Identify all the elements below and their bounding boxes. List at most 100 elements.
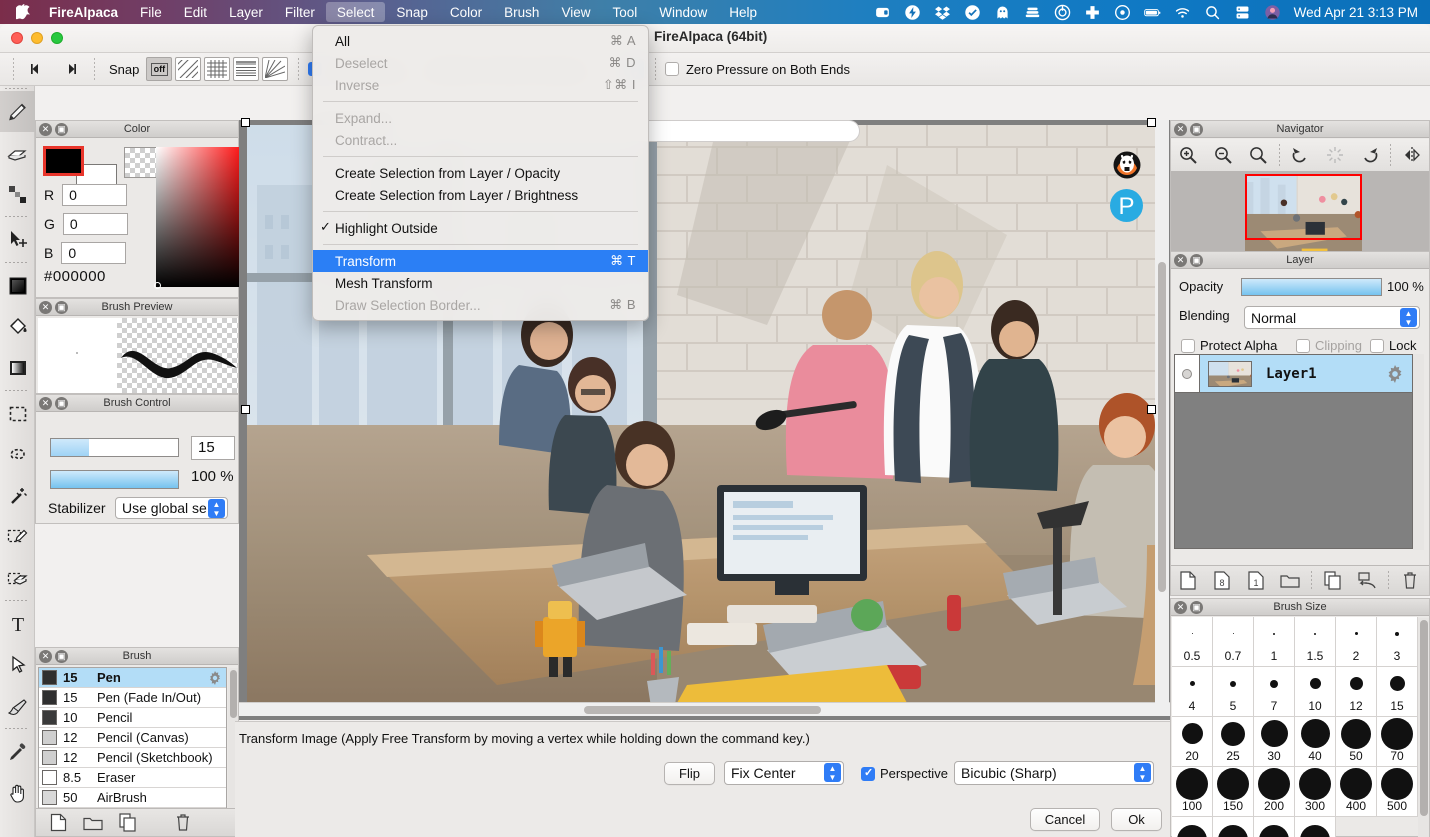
brush-size-cell[interactable]: 100 xyxy=(1172,767,1213,817)
duplicate-brush-icon[interactable] xyxy=(119,813,137,832)
zoom-in-icon[interactable] xyxy=(1171,139,1206,171)
brush-size-cell[interactable]: 15 xyxy=(1377,667,1418,717)
merge-down-icon[interactable] xyxy=(1350,571,1384,590)
menubar-clock[interactable]: Wed Apr 21 3:13 PM xyxy=(1294,5,1418,20)
layer-list[interactable]: Layer1 xyxy=(1174,354,1413,549)
pixabay-logo-icon[interactable]: P xyxy=(1110,189,1143,222)
menubar-item-file[interactable]: File xyxy=(129,2,173,22)
delete-brush-icon[interactable] xyxy=(175,813,191,832)
brush-size-cell[interactable] xyxy=(1295,817,1336,837)
menubar-item-color[interactable]: Color xyxy=(439,2,493,22)
close-icon[interactable]: ✕ xyxy=(39,397,52,410)
transform-handle-tr[interactable] xyxy=(1147,118,1156,127)
close-icon[interactable]: ✕ xyxy=(39,123,52,136)
menu-item-create-selection-from-layer-opacity[interactable]: Create Selection from Layer / Opacity xyxy=(313,162,648,184)
layer-list-item[interactable]: Layer1 xyxy=(1175,355,1412,393)
select-eraser-tool[interactable] xyxy=(0,557,35,598)
collapse-icon[interactable]: ▣ xyxy=(55,301,68,314)
chevron-updown-icon[interactable]: ▲▼ xyxy=(824,763,841,782)
collapse-icon[interactable]: ▣ xyxy=(1190,123,1203,136)
folder-icon[interactable] xyxy=(83,814,103,831)
close-icon[interactable]: ✕ xyxy=(1174,601,1187,614)
wifi-icon[interactable] xyxy=(1174,4,1191,21)
canvas-vertical-scrollbar[interactable] xyxy=(1155,120,1169,705)
cancel-button[interactable]: Cancel xyxy=(1030,808,1100,831)
blur-tool[interactable] xyxy=(0,173,35,214)
snap-grid-icon[interactable] xyxy=(204,57,230,81)
foreground-color-swatch[interactable] xyxy=(43,146,84,176)
brush-list-item[interactable]: 8.5Eraser xyxy=(39,768,226,788)
new-layer-icon[interactable] xyxy=(1171,571,1205,590)
pen-tool[interactable] xyxy=(0,91,35,132)
checkbox-box[interactable] xyxy=(1370,339,1384,353)
gear-icon[interactable] xyxy=(208,671,222,688)
brush-list-item[interactable]: 12Pencil (Canvas) xyxy=(39,728,226,748)
snap-perspective-icon[interactable] xyxy=(233,57,259,81)
close-icon[interactable]: ✕ xyxy=(1174,254,1187,267)
transform-handle-tl[interactable] xyxy=(241,118,250,127)
duplicate-layer-icon[interactable] xyxy=(1316,571,1350,590)
brush-list[interactable]: 15Pen15Pen (Fade In/Out)10Pencil12Pencil… xyxy=(38,667,227,810)
brush-size-value[interactable]: 15 xyxy=(191,436,235,460)
brush-size-cell[interactable]: 2 xyxy=(1336,617,1377,667)
brush-size-cell[interactable]: 3 xyxy=(1377,617,1418,667)
brush-size-cell[interactable]: 70 xyxy=(1377,717,1418,767)
brush-size-cell[interactable]: 150 xyxy=(1213,767,1254,817)
bolt-icon[interactable] xyxy=(904,4,921,21)
lasso-select-tool[interactable] xyxy=(0,434,35,475)
prev-frame-icon[interactable] xyxy=(23,57,49,81)
close-button[interactable] xyxy=(11,32,23,44)
bucket-tool[interactable] xyxy=(0,306,35,347)
check-circle-icon[interactable] xyxy=(964,4,981,21)
alpaca-logo-icon[interactable] xyxy=(1113,151,1141,179)
menubar-item-view[interactable]: View xyxy=(550,2,601,22)
menubar-item-layer[interactable]: Layer xyxy=(218,2,274,22)
brush-size-cell[interactable]: 10 xyxy=(1295,667,1336,717)
eraser-tool[interactable] xyxy=(0,132,35,173)
brush-list-item[interactable]: 15Pen xyxy=(39,668,226,688)
apple-icon[interactable] xyxy=(0,4,45,21)
text-tool[interactable]: T xyxy=(0,603,35,644)
brush-size-cell[interactable] xyxy=(1172,817,1213,837)
checkbox-box[interactable] xyxy=(1296,339,1310,353)
menu-item-transform[interactable]: Transform⌘ T xyxy=(313,250,648,272)
brush-size-cell[interactable]: 1 xyxy=(1254,617,1295,667)
zoom-out-icon[interactable] xyxy=(1206,139,1241,171)
user-avatar-icon[interactable] xyxy=(1264,4,1281,21)
layer-visibility-toggle[interactable] xyxy=(1175,355,1200,392)
gradient-tool[interactable] xyxy=(0,347,35,388)
interpolation-select[interactable]: Bicubic (Sharp) ▲▼ xyxy=(954,761,1154,785)
screen-recording-icon[interactable] xyxy=(874,4,891,21)
brush-size-cell[interactable]: 7 xyxy=(1254,667,1295,717)
lock-checkbox[interactable]: Lock xyxy=(1370,338,1416,353)
menubar-item-select[interactable]: Select xyxy=(326,2,386,22)
cross-icon[interactable] xyxy=(1084,4,1101,21)
select-dropdown-menu[interactable]: All⌘ ADeselect⌘ DInverse⇧⌘ IExpand...Con… xyxy=(312,25,649,321)
brush-size-cell[interactable]: 50 xyxy=(1336,717,1377,767)
blending-select[interactable]: Normal ▲▼ xyxy=(1244,306,1420,329)
brush-size-cell[interactable] xyxy=(1254,817,1295,837)
rotate-reset-icon[interactable] xyxy=(1317,139,1352,171)
perspective-checkbox[interactable]: Perspective xyxy=(861,766,948,781)
brush-size-slider[interactable] xyxy=(50,438,179,457)
checkbox-box[interactable] xyxy=(1181,339,1195,353)
saturation-value-area[interactable] xyxy=(156,147,249,287)
menubar-item-snap[interactable]: Snap xyxy=(385,2,439,22)
menubar-item-firealpaca[interactable]: FireAlpaca xyxy=(45,2,129,22)
battery-icon[interactable] xyxy=(1144,4,1161,21)
eyedropper-tool[interactable] xyxy=(0,731,35,772)
snap-radial-icon[interactable] xyxy=(262,57,288,81)
magic-wand-tool[interactable] xyxy=(0,475,35,516)
fix-center-select[interactable]: Fix Center ▲▼ xyxy=(724,761,844,785)
circle-ring-icon[interactable] xyxy=(1054,4,1071,21)
checkbox-box[interactable] xyxy=(861,767,875,781)
red-input[interactable]: 0 xyxy=(62,184,127,206)
menubar-item-edit[interactable]: Edit xyxy=(173,2,218,22)
collapse-icon[interactable]: ▣ xyxy=(55,397,68,410)
sv-cursor[interactable] xyxy=(154,282,161,289)
hex-value[interactable]: #000000 xyxy=(44,268,106,285)
brush-size-cell[interactable]: 0.5 xyxy=(1172,617,1213,667)
collapse-icon[interactable]: ▣ xyxy=(55,123,68,136)
delete-layer-icon[interactable] xyxy=(1393,571,1427,590)
protect-alpha-checkbox[interactable]: Protect Alpha xyxy=(1181,338,1277,353)
